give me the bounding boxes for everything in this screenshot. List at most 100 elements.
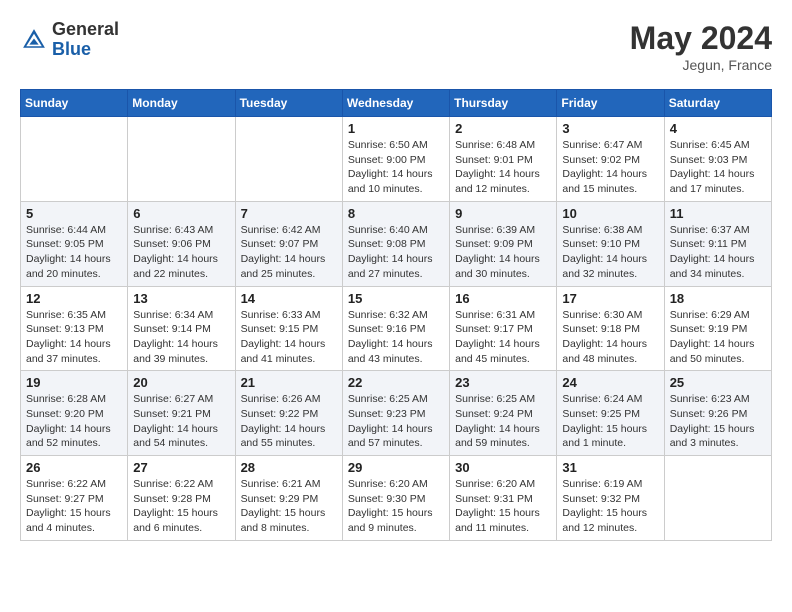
day-info: Sunrise: 6:44 AM Sunset: 9:05 PM Dayligh… (26, 223, 122, 282)
day-info: Sunrise: 6:22 AM Sunset: 9:28 PM Dayligh… (133, 477, 229, 536)
day-info: Sunrise: 6:48 AM Sunset: 9:01 PM Dayligh… (455, 138, 551, 197)
table-row: 24 Sunrise: 6:24 AM Sunset: 9:25 PM Dayli… (557, 371, 664, 456)
table-row: 8 Sunrise: 6:40 AM Sunset: 9:08 PM Daylig… (342, 201, 449, 286)
day-number: 28 (241, 460, 337, 475)
table-row (235, 117, 342, 202)
weekday-header-row: SundayMondayTuesdayWednesdayThursdayFrid… (21, 90, 772, 117)
weekday-header-wednesday: Wednesday (342, 90, 449, 117)
day-number: 9 (455, 206, 551, 221)
table-row: 5Sunrise: 6:44 AM Sunset: 9:05 PM Daylig… (21, 201, 128, 286)
logo-icon (20, 26, 48, 54)
day-number: 31 (562, 460, 658, 475)
day-info: Sunrise: 6:27 AM Sunset: 9:21 PM Dayligh… (133, 392, 229, 451)
day-info: Sunrise: 6:20 AM Sunset: 9:30 PM Dayligh… (348, 477, 444, 536)
day-info: Sunrise: 6:21 AM Sunset: 9:29 PM Dayligh… (241, 477, 337, 536)
table-row: 10 Sunrise: 6:38 AM Sunset: 9:10 PM Dayli… (557, 201, 664, 286)
table-row: 29 Sunrise: 6:20 AM Sunset: 9:30 PM Dayli… (342, 456, 449, 541)
table-row: 11Sunrise: 6:37 AM Sunset: 9:11 PM Dayli… (664, 201, 771, 286)
table-row: 16 Sunrise: 6:31 AM Sunset: 9:17 PM Dayli… (450, 286, 557, 371)
table-row: 12 Sunrise: 6:35 AM Sunset: 9:13 PM Dayli… (21, 286, 128, 371)
table-row: 28 Sunrise: 6:21 AM Sunset: 9:29 PM Dayli… (235, 456, 342, 541)
table-row: 13 Sunrise: 6:34 AM Sunset: 9:14 PM Dayli… (128, 286, 235, 371)
day-info: Sunrise: 6:42 AM Sunset: 9:07 PM Dayligh… (241, 223, 337, 282)
table-row: 6Sunrise: 6:43 AM Sunset: 9:06 PM Daylig… (128, 201, 235, 286)
day-number: 21 (241, 375, 337, 390)
day-number: 2 (455, 121, 551, 136)
day-number: 16 (455, 291, 551, 306)
day-info: Sunrise: 6:50 AM Sunset: 9:00 PM Dayligh… (348, 138, 444, 197)
weekday-header-tuesday: Tuesday (235, 90, 342, 117)
title-block: May 2024 Jegun, France (630, 20, 772, 73)
table-row: 17 Sunrise: 6:30 AM Sunset: 9:18 PM Dayli… (557, 286, 664, 371)
month-title: May 2024 (630, 20, 772, 57)
day-number: 7 (241, 206, 337, 221)
table-row: 1 Sunrise: 6:50 AM Sunset: 9:00 PM Daylig… (342, 117, 449, 202)
week-row-2: 5Sunrise: 6:44 AM Sunset: 9:05 PM Daylig… (21, 201, 772, 286)
day-info: Sunrise: 6:24 AM Sunset: 9:25 PM Dayligh… (562, 392, 658, 451)
weekday-header-sunday: Sunday (21, 90, 128, 117)
table-row: 20 Sunrise: 6:27 AM Sunset: 9:21 PM Dayli… (128, 371, 235, 456)
day-info: Sunrise: 6:23 AM Sunset: 9:26 PM Dayligh… (670, 392, 766, 451)
day-number: 29 (348, 460, 444, 475)
day-info: Sunrise: 6:32 AM Sunset: 9:16 PM Dayligh… (348, 308, 444, 367)
table-row: 9 Sunrise: 6:39 AM Sunset: 9:09 PM Daylig… (450, 201, 557, 286)
day-info: Sunrise: 6:22 AM Sunset: 9:27 PM Dayligh… (26, 477, 122, 536)
day-number: 12 (26, 291, 122, 306)
day-info: Sunrise: 6:45 AM Sunset: 9:03 PM Dayligh… (670, 138, 766, 197)
day-number: 8 (348, 206, 444, 221)
day-info: Sunrise: 6:38 AM Sunset: 9:10 PM Dayligh… (562, 223, 658, 282)
logo: General Blue (20, 20, 119, 60)
day-info: Sunrise: 6:40 AM Sunset: 9:08 PM Dayligh… (348, 223, 444, 282)
day-number: 18 (670, 291, 766, 306)
day-number: 23 (455, 375, 551, 390)
day-number: 22 (348, 375, 444, 390)
day-number: 3 (562, 121, 658, 136)
table-row: 21 Sunrise: 6:26 AM Sunset: 9:22 PM Dayli… (235, 371, 342, 456)
weekday-header-saturday: Saturday (664, 90, 771, 117)
table-row: 18 Sunrise: 6:29 AM Sunset: 9:19 PM Dayli… (664, 286, 771, 371)
day-number: 10 (562, 206, 658, 221)
day-info: Sunrise: 6:20 AM Sunset: 9:31 PM Dayligh… (455, 477, 551, 536)
day-number: 17 (562, 291, 658, 306)
table-row: 7 Sunrise: 6:42 AM Sunset: 9:07 PM Daylig… (235, 201, 342, 286)
day-info: Sunrise: 6:47 AM Sunset: 9:02 PM Dayligh… (562, 138, 658, 197)
day-number: 25 (670, 375, 766, 390)
day-number: 1 (348, 121, 444, 136)
day-info: Sunrise: 6:30 AM Sunset: 9:18 PM Dayligh… (562, 308, 658, 367)
weekday-header-thursday: Thursday (450, 90, 557, 117)
weekday-header-monday: Monday (128, 90, 235, 117)
day-number: 20 (133, 375, 229, 390)
table-row: 14Sunrise: 6:33 AM Sunset: 9:15 PM Dayli… (235, 286, 342, 371)
day-number: 14 (241, 291, 337, 306)
table-row (21, 117, 128, 202)
day-number: 15 (348, 291, 444, 306)
table-row: 22Sunrise: 6:25 AM Sunset: 9:23 PM Dayli… (342, 371, 449, 456)
day-number: 24 (562, 375, 658, 390)
table-row: 23 Sunrise: 6:25 AM Sunset: 9:24 PM Dayli… (450, 371, 557, 456)
table-row (128, 117, 235, 202)
day-info: Sunrise: 6:25 AM Sunset: 9:24 PM Dayligh… (455, 392, 551, 451)
table-row: 30 Sunrise: 6:20 AM Sunset: 9:31 PM Dayli… (450, 456, 557, 541)
day-number: 30 (455, 460, 551, 475)
day-info: Sunrise: 6:43 AM Sunset: 9:06 PM Dayligh… (133, 223, 229, 282)
day-info: Sunrise: 6:35 AM Sunset: 9:13 PM Dayligh… (26, 308, 122, 367)
table-row: 31Sunrise: 6:19 AM Sunset: 9:32 PM Dayli… (557, 456, 664, 541)
table-row: 2 Sunrise: 6:48 AM Sunset: 9:01 PM Daylig… (450, 117, 557, 202)
day-info: Sunrise: 6:29 AM Sunset: 9:19 PM Dayligh… (670, 308, 766, 367)
calendar-table: SundayMondayTuesdayWednesdayThursdayFrid… (20, 89, 772, 541)
day-info: Sunrise: 6:31 AM Sunset: 9:17 PM Dayligh… (455, 308, 551, 367)
table-row: 19Sunrise: 6:28 AM Sunset: 9:20 PM Dayli… (21, 371, 128, 456)
day-info: Sunrise: 6:34 AM Sunset: 9:14 PM Dayligh… (133, 308, 229, 367)
day-info: Sunrise: 6:26 AM Sunset: 9:22 PM Dayligh… (241, 392, 337, 451)
day-number: 27 (133, 460, 229, 475)
table-row: 26Sunrise: 6:22 AM Sunset: 9:27 PM Dayli… (21, 456, 128, 541)
day-info: Sunrise: 6:39 AM Sunset: 9:09 PM Dayligh… (455, 223, 551, 282)
day-number: 13 (133, 291, 229, 306)
table-row: 3 Sunrise: 6:47 AM Sunset: 9:02 PM Daylig… (557, 117, 664, 202)
week-row-1: 1 Sunrise: 6:50 AM Sunset: 9:00 PM Daylig… (21, 117, 772, 202)
table-row: 27 Sunrise: 6:22 AM Sunset: 9:28 PM Dayli… (128, 456, 235, 541)
day-number: 4 (670, 121, 766, 136)
week-row-3: 12 Sunrise: 6:35 AM Sunset: 9:13 PM Dayli… (21, 286, 772, 371)
location: Jegun, France (630, 57, 772, 73)
day-info: Sunrise: 6:28 AM Sunset: 9:20 PM Dayligh… (26, 392, 122, 451)
